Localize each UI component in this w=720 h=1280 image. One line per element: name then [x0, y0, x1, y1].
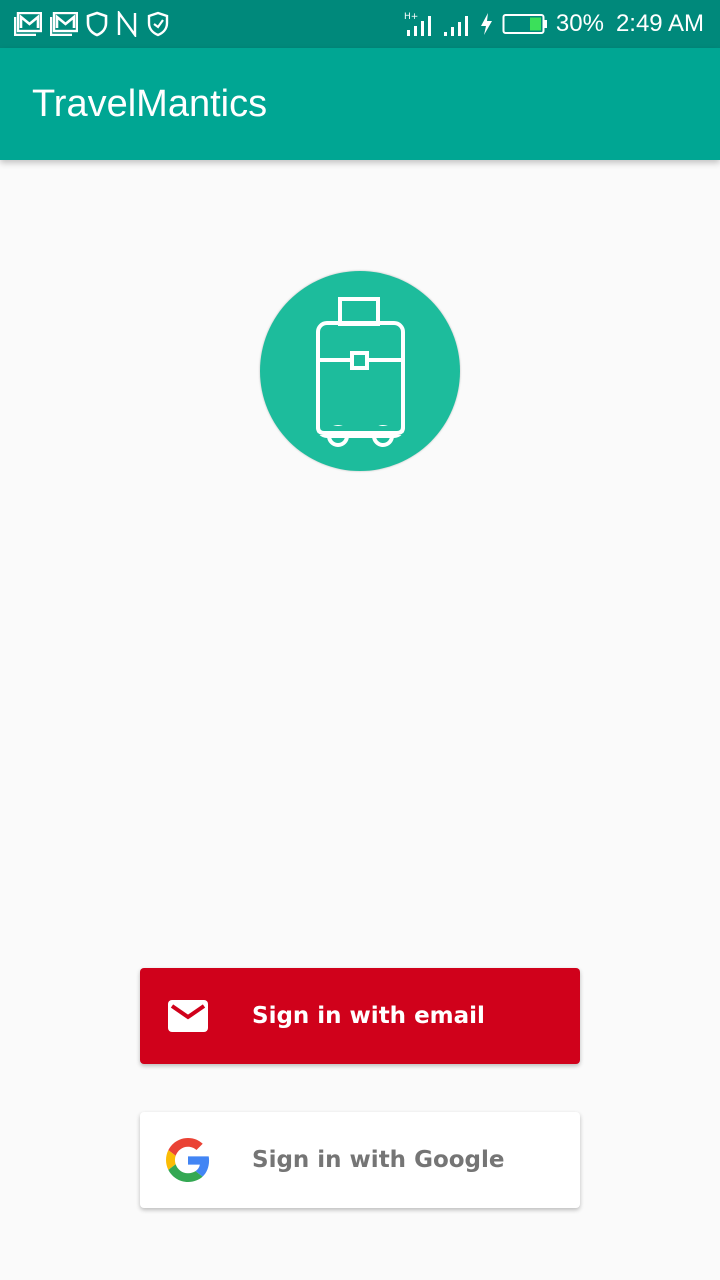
n-icon [117, 11, 137, 37]
sign-in-email-label: Sign in with email [252, 1003, 485, 1029]
signal-icon [443, 16, 468, 36]
network-type-label: H+ [404, 12, 418, 22]
gmail-icon [50, 12, 78, 36]
charging-icon [480, 13, 492, 35]
vpn-shield-icon [147, 11, 169, 37]
app-title: TravelMantics [32, 83, 268, 125]
signal-icon: H+ [404, 12, 431, 36]
suitcase-icon [316, 297, 405, 447]
mail-icon [168, 1000, 208, 1032]
sign-in-google-button[interactable]: Sign in with Google [140, 1112, 580, 1208]
google-icon [166, 1138, 210, 1182]
app-logo [260, 271, 460, 471]
app-bar: TravelMantics [0, 48, 720, 160]
battery-icon [502, 14, 547, 34]
sign-in-email-button[interactable]: Sign in with email [140, 968, 580, 1064]
status-bar-right: H+ 30% 2:49 AM [404, 8, 704, 40]
gmail-icon [14, 12, 42, 36]
shield-icon [86, 11, 108, 37]
sign-in-google-label: Sign in with Google [252, 1147, 505, 1173]
status-bar: H+ 30% 2:49 AM [0, 0, 720, 48]
status-time: 2:49 AM [615, 10, 704, 37]
status-bar-left [14, 10, 170, 38]
battery-percent: 30% [555, 10, 604, 37]
